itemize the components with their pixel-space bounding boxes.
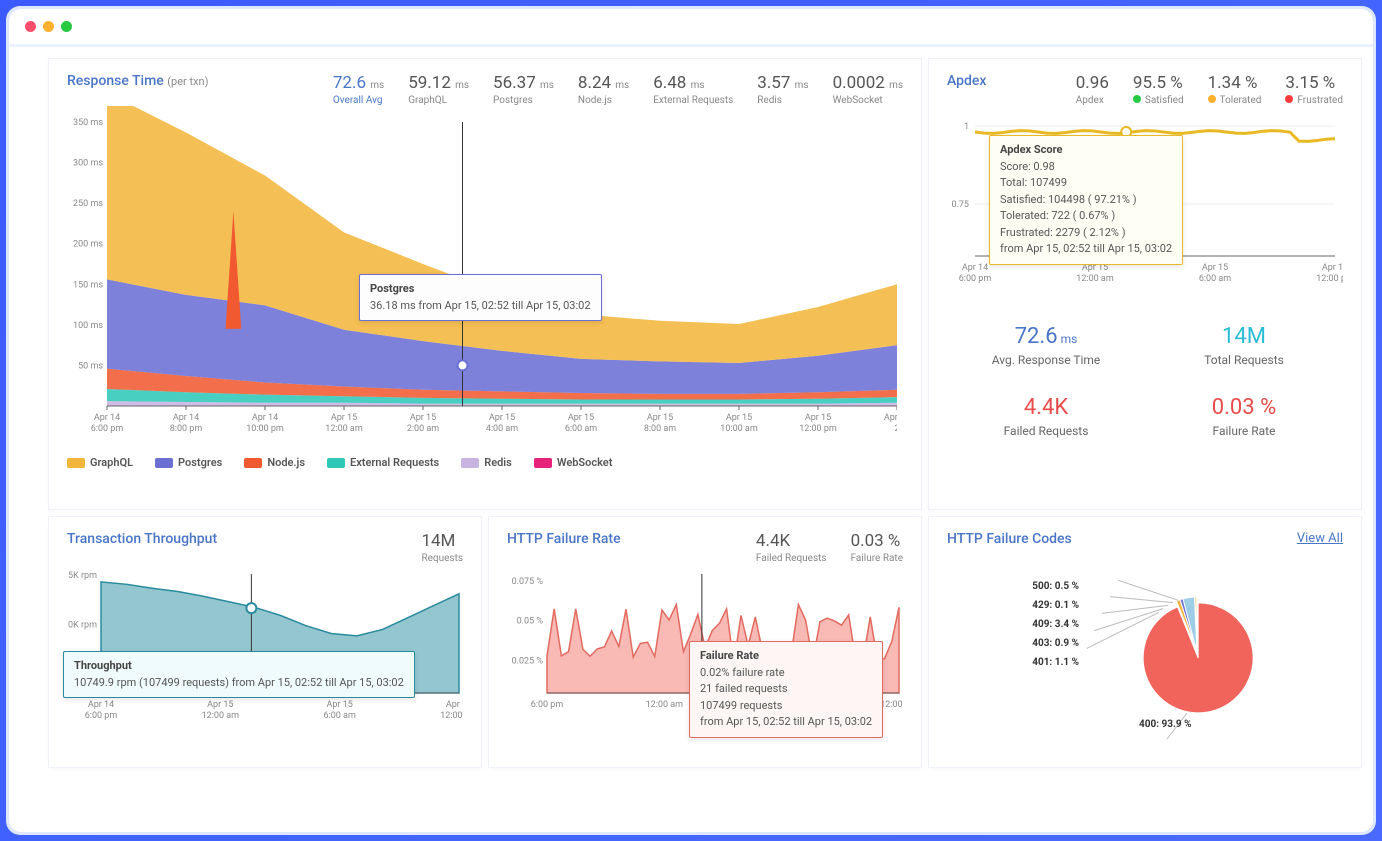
svg-text:Apr 152:00 am: Apr 152:00 am [407, 413, 439, 434]
svg-text:Apr 154:00 am: Apr 154:00 am [486, 413, 518, 434]
metric: 0.96Apdex [1076, 73, 1109, 106]
failure-rate-tooltip: Failure Rate 0.02% failure rate21 failed… [689, 641, 883, 738]
svg-text:Apr 146:00 pm: Apr 146:00 pm [85, 700, 118, 721]
svg-text:12:00 am: 12:00 am [646, 700, 684, 710]
response-time-metrics: 72.6 msOverall Avg 59.12 msGraphQL 56.37 m… [333, 73, 903, 106]
svg-text:150 ms: 150 ms [73, 280, 103, 290]
svg-text:200 ms: 200 ms [73, 240, 103, 250]
svg-text:Apr 1512:00 am: Apr 1512:00 am [1076, 263, 1114, 284]
svg-text:Apr 156:00 am: Apr 156:00 am [323, 700, 355, 721]
svg-text:Apr 156:00 am: Apr 156:00 am [1199, 263, 1231, 284]
metric: 3.57 msRedis [757, 73, 808, 106]
postgres-tooltip: Postgres 36.18 ms from Apr 15, 02:52 til… [359, 274, 602, 321]
metric: 3.15 %Frustrated [1285, 73, 1343, 106]
apdex-card: Apdex 0.96Apdex 95.5 %Satisfied 1.34 %Tole… [929, 59, 1361, 509]
svg-text:0.025 %: 0.025 % [512, 656, 544, 666]
failure-rate-card: HTTP Failure Rate 4.4KFailed Requests 0.0… [489, 517, 921, 767]
svg-text:Apr 156:00 am: Apr 156:00 am [565, 413, 597, 434]
apdex-tooltip: Apdex Score Score: 0.98Total: 107499Sati… [989, 135, 1183, 265]
card-title: HTTP Failure Codes [947, 531, 1072, 547]
card-title: Response Time (per txn) [67, 73, 208, 89]
apdex-stats: 72.6 msAvg. Response Time14MTotal Reques… [947, 310, 1343, 452]
throughput-tooltip: Throughput 10749.9 rpm (107499 requests)… [63, 651, 415, 698]
metric: 56.37 msPostgres [493, 73, 554, 106]
svg-text:Apr 146:00 pm: Apr 146:00 pm [959, 263, 992, 284]
metric: 8.24 msNode.js [578, 73, 629, 106]
view-all-link[interactable]: View All [1297, 531, 1343, 546]
metric: 0.0002 msWebSocket [833, 73, 903, 106]
svg-text:100 ms: 100 ms [73, 321, 103, 331]
svg-text:Apr 146:00 pm: Apr 146:00 pm [91, 413, 124, 434]
svg-text:350 ms: 350 ms [73, 118, 103, 128]
svg-text:Apr 1510:00 am: Apr 1510:00 am [720, 413, 758, 434]
legend-item[interactable]: WebSocket [534, 456, 613, 469]
throughput-value: 14M Requests [421, 531, 463, 564]
svg-text:6:00 pm: 6:00 pm [531, 700, 564, 710]
metric: 4.4KFailed Requests [756, 531, 827, 564]
svg-text:1: 1 [964, 122, 969, 132]
svg-text:300 ms: 300 ms [73, 159, 103, 169]
window-titlebar [9, 9, 1373, 44]
card-title: Transaction Throughput [67, 531, 217, 547]
failure-code-labels: 500: 0.5 %429: 0.1 %409: 3.4 %403: 0.9 %… [984, 581, 1079, 676]
metric: 95.5 %Satisfied [1133, 73, 1184, 106]
failure-codes-card: HTTP Failure Codes View All 500: 0.5 %42… [929, 517, 1361, 767]
svg-text:Apr 148:00 pm: Apr 148:00 pm [170, 413, 203, 434]
svg-text:Apr 1512:00 am: Apr 1512:00 am [202, 700, 240, 721]
stat: 14MTotal Requests [1145, 310, 1343, 381]
maximize-icon[interactable] [61, 21, 72, 32]
stat: 4.4KFailed Requests [947, 381, 1145, 452]
metric: 6.48 msExternal Requests [653, 73, 733, 106]
stat: 72.6 msAvg. Response Time [947, 310, 1145, 381]
svg-text:50 ms: 50 ms [78, 361, 103, 371]
stat: 0.03 %Failure Rate [1145, 381, 1343, 452]
svg-text:Apr 158:00 am: Apr 158:00 am [644, 413, 676, 434]
svg-text:0.075 %: 0.075 % [512, 577, 544, 587]
svg-text:Apr 152: Apr 152 [884, 413, 897, 434]
apdex-metrics: 0.96Apdex 95.5 %Satisfied 1.34 %Tolerated 3… [1076, 73, 1343, 106]
metric: 59.12 msGraphQL [408, 73, 469, 106]
response-time-legend: GraphQL Postgres Node.js External Requests R… [67, 456, 903, 469]
legend-item[interactable]: Node.js [244, 456, 305, 469]
legend-item[interactable]: Redis [461, 456, 512, 469]
failure-code-400-label: 400: 93.9 % [1139, 719, 1192, 730]
throughput-chart[interactable]: 15K rpm 10K rpm Apr 146:00 pm Apr 1512:00 a… [67, 564, 463, 729]
svg-text:Apr 1512:00 pm: Apr 1512:00 pm [440, 700, 463, 721]
throughput-card: Transaction Throughput 14M Requests 15K … [49, 517, 481, 767]
card-title: HTTP Failure Rate [507, 531, 621, 547]
svg-text:12:00 pm: 12:00 pm [880, 700, 903, 710]
card-title: Apdex [947, 73, 986, 89]
svg-text:10K rpm: 10K rpm [67, 621, 97, 631]
metric: 1.34 %Tolerated [1208, 73, 1262, 106]
legend-item[interactable]: Postgres [155, 456, 222, 469]
svg-text:Apr 1512:00 pm: Apr 1512:00 pm [1316, 263, 1343, 284]
legend-item[interactable]: GraphQL [67, 456, 133, 469]
svg-text:Apr 1512:00 am: Apr 1512:00 am [325, 413, 363, 434]
metric: 72.6 msOverall Avg [333, 73, 384, 106]
failure-rate-metrics: 4.4KFailed Requests 0.03 %Failure Rate [756, 531, 903, 564]
svg-text:15K rpm: 15K rpm [67, 571, 97, 581]
legend-item[interactable]: External Requests [327, 456, 439, 469]
svg-text:250 ms: 250 ms [73, 199, 103, 209]
svg-text:0.75: 0.75 [951, 200, 969, 210]
svg-text:Apr 1512:00 pm: Apr 1512:00 pm [799, 413, 837, 434]
minimize-icon[interactable] [43, 21, 54, 32]
close-icon[interactable] [25, 21, 36, 32]
metric: 0.03 %Failure Rate [851, 531, 903, 564]
svg-text:0.05 %: 0.05 % [517, 617, 544, 627]
svg-text:Apr 1410:00 pm: Apr 1410:00 pm [246, 413, 284, 434]
response-time-card: Response Time (per txn) 72.6 msOverall A… [49, 59, 921, 509]
